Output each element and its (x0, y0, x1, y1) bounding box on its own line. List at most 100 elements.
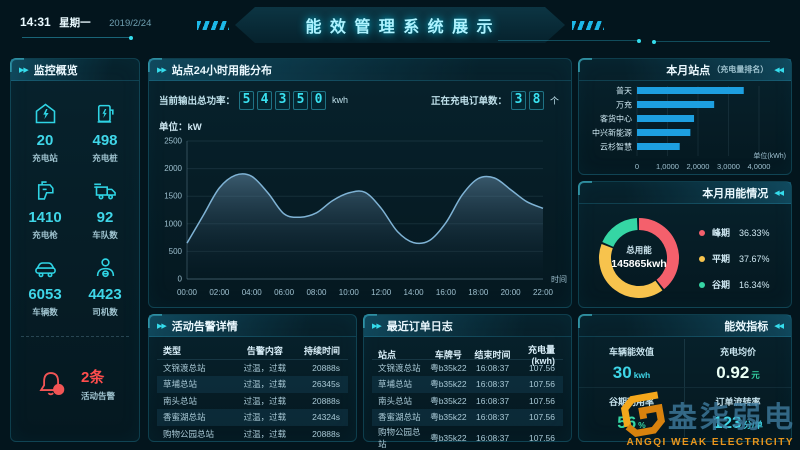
watermark-en-text: ANGQI WEAK ELECTRICITY (627, 437, 796, 448)
svg-text:0: 0 (635, 162, 639, 171)
svg-text:14:00: 14:00 (404, 288, 425, 297)
legend-dot (699, 256, 705, 262)
kpi-label: 充电均价 (720, 345, 756, 358)
table-cell: 购物公园总站 (157, 428, 234, 440)
svg-text:08:00: 08:00 (306, 288, 327, 297)
stat-value: 92 (97, 209, 114, 226)
digit-box: 8 (529, 91, 544, 110)
svg-text:02:00: 02:00 (209, 288, 230, 297)
svg-text:0: 0 (178, 275, 183, 284)
page-title: 能 效 管 理 系 统 展 示 (305, 13, 494, 37)
legend-dot (699, 230, 705, 236)
stat-charging-piles: 498 充电桩 (92, 100, 119, 164)
stat-label: 充电枪 (32, 229, 58, 241)
kpi-vehicle-efficiency: 车辆能效值 30kwh (579, 339, 685, 388)
digit-box: 5 (239, 91, 254, 110)
stat-vehicles: 6053 车辆数 (28, 254, 61, 318)
svg-text:2500: 2500 (164, 137, 182, 146)
digit-box: 3 (275, 91, 290, 110)
table-row: 南头总站 粤b35k22 16:08:37 107.56 (372, 393, 563, 410)
table-row: 南头总站 过温，过载 20888s (157, 393, 348, 410)
alarm-bell-icon: ! (35, 367, 69, 401)
table-cell: 过温，过载 (234, 428, 296, 440)
legend-value: 16.34% (739, 280, 770, 290)
monthly-energy-panel: 本月用能情况 ◀◀ 总用能 145865kwh 峰期 36.33% 平期 37.… (578, 181, 792, 308)
alarm-count: 2条 (81, 366, 115, 387)
table-row: 香蜜湖总站 粤b35k22 16:08:37 107.56 (372, 409, 563, 426)
table-cell: 草埔总站 (157, 378, 234, 390)
charging-pile-icon (92, 100, 119, 127)
table-cell: 20888s (296, 396, 348, 406)
digit-box: 3 (511, 91, 526, 110)
stat-charging-stations: 20 充电站 (32, 100, 59, 164)
power-unit: kwh (332, 95, 348, 105)
legend-label: 峰期 (712, 226, 730, 239)
order-log-panel: ▶▶ 最近订单日志 站点 车牌号 结束时间 充电量(kwh) 文锦渡总站 粤b3… (363, 314, 572, 442)
stat-value: 1410 (28, 209, 61, 226)
table-row: 草埔总站 粤b35k22 16:08:37 107.56 (372, 376, 563, 393)
watermark-cn-text: 盎柒弱电 (668, 394, 796, 436)
kpi-value: 30kwh (613, 364, 650, 381)
charging-gun-icon (32, 177, 59, 204)
stat-value: 498 (92, 132, 117, 149)
panel-title-bar: ▶▶ 监控概览 (11, 59, 139, 81)
deco-line (22, 37, 130, 38)
vehicle-icon (32, 254, 59, 281)
legend-item: 谷期 16.34% (699, 278, 770, 291)
panel-title: 本月用能情况 (702, 185, 768, 201)
legend-value: 37.67% (739, 254, 770, 264)
stat-label: 充电桩 (92, 152, 118, 164)
stripes-icon (572, 21, 604, 30)
table-cell: 107.56 (515, 412, 563, 422)
svg-text:04:00: 04:00 (242, 288, 263, 297)
table-cell: 16:08:37 (470, 412, 515, 422)
svg-text:06:00: 06:00 (274, 288, 295, 297)
energy-area-chart: 0500100015002000250000:0002:0004:0006:00… (153, 135, 569, 303)
svg-text:1500: 1500 (164, 192, 182, 201)
stat-grid: 20 充电站 498 充电桩 1410 充电枪 (15, 93, 135, 325)
table-cell: 购物公园总站 (372, 426, 427, 450)
svg-text:10:00: 10:00 (339, 288, 360, 297)
panel-title-bar: 本月站点 （充电量排名） ◀◀ (579, 59, 791, 81)
svg-text:中兴新能源: 中兴新能源 (592, 128, 632, 138)
double-arrow-left-icon: ◀◀ (774, 189, 783, 197)
double-arrow-right-icon: ▶▶ (157, 322, 166, 330)
table-cell: 16:08:37 (470, 396, 515, 406)
stat-charging-guns: 1410 充电枪 (28, 177, 61, 241)
time: 14:31 (20, 15, 51, 29)
charging-station-icon (32, 100, 59, 127)
svg-text:4,0000: 4,0000 (748, 162, 771, 171)
top-bar: 14:31 星期一 2019/2/24 能 效 管 理 系 统 展 示 (0, 0, 800, 50)
panel-title-bar: ▶▶ 站点24小时用能分布 (149, 59, 571, 81)
table-cell: 文锦渡总站 (157, 362, 234, 374)
table-row: 文锦渡总站 过温，过载 20888s (157, 360, 348, 377)
orders-label: 正在充电订单数： (431, 93, 507, 107)
power-label: 当前输出总功率： (159, 93, 235, 107)
deco-line (498, 40, 638, 41)
table-cell: 香蜜湖总站 (157, 411, 234, 423)
site-bar-chart: 01,00002,00003,00004,0000普天万充客货中心中兴新能源云杉… (583, 84, 789, 174)
active-alarm-block: ! 2条 活动告警 (15, 355, 135, 413)
svg-text:22:00: 22:00 (533, 288, 554, 297)
column-header: 类型 (157, 344, 234, 357)
stat-value: 6053 (28, 286, 61, 303)
svg-text:2000: 2000 (164, 164, 182, 173)
table-cell: 20888s (296, 363, 348, 373)
svg-text:普天: 普天 (616, 86, 632, 96)
svg-text:20:00: 20:00 (501, 288, 522, 297)
legend-dot (699, 282, 705, 288)
alarm-label: 活动告警 (81, 390, 115, 402)
table-cell: 粤b35k22 (427, 395, 470, 407)
digit-box: 4 (257, 91, 272, 110)
panel-title: 站点24小时用能分布 (172, 62, 272, 78)
kpi-value: 0.92元 (716, 364, 760, 381)
chart-unit-label: 单位：kW (159, 119, 202, 133)
table-cell: 16:08:37 (470, 433, 515, 443)
svg-text:单位(kWh): 单位(kWh) (753, 151, 786, 160)
table-cell: 文锦渡总站 (372, 362, 427, 374)
svg-text:12:00: 12:00 (371, 288, 392, 297)
orders-digits: 3 8 (511, 91, 544, 110)
table-cell: 香蜜湖总站 (372, 411, 427, 423)
svg-text:1000: 1000 (164, 219, 182, 228)
weekday: 星期一 (59, 17, 91, 29)
